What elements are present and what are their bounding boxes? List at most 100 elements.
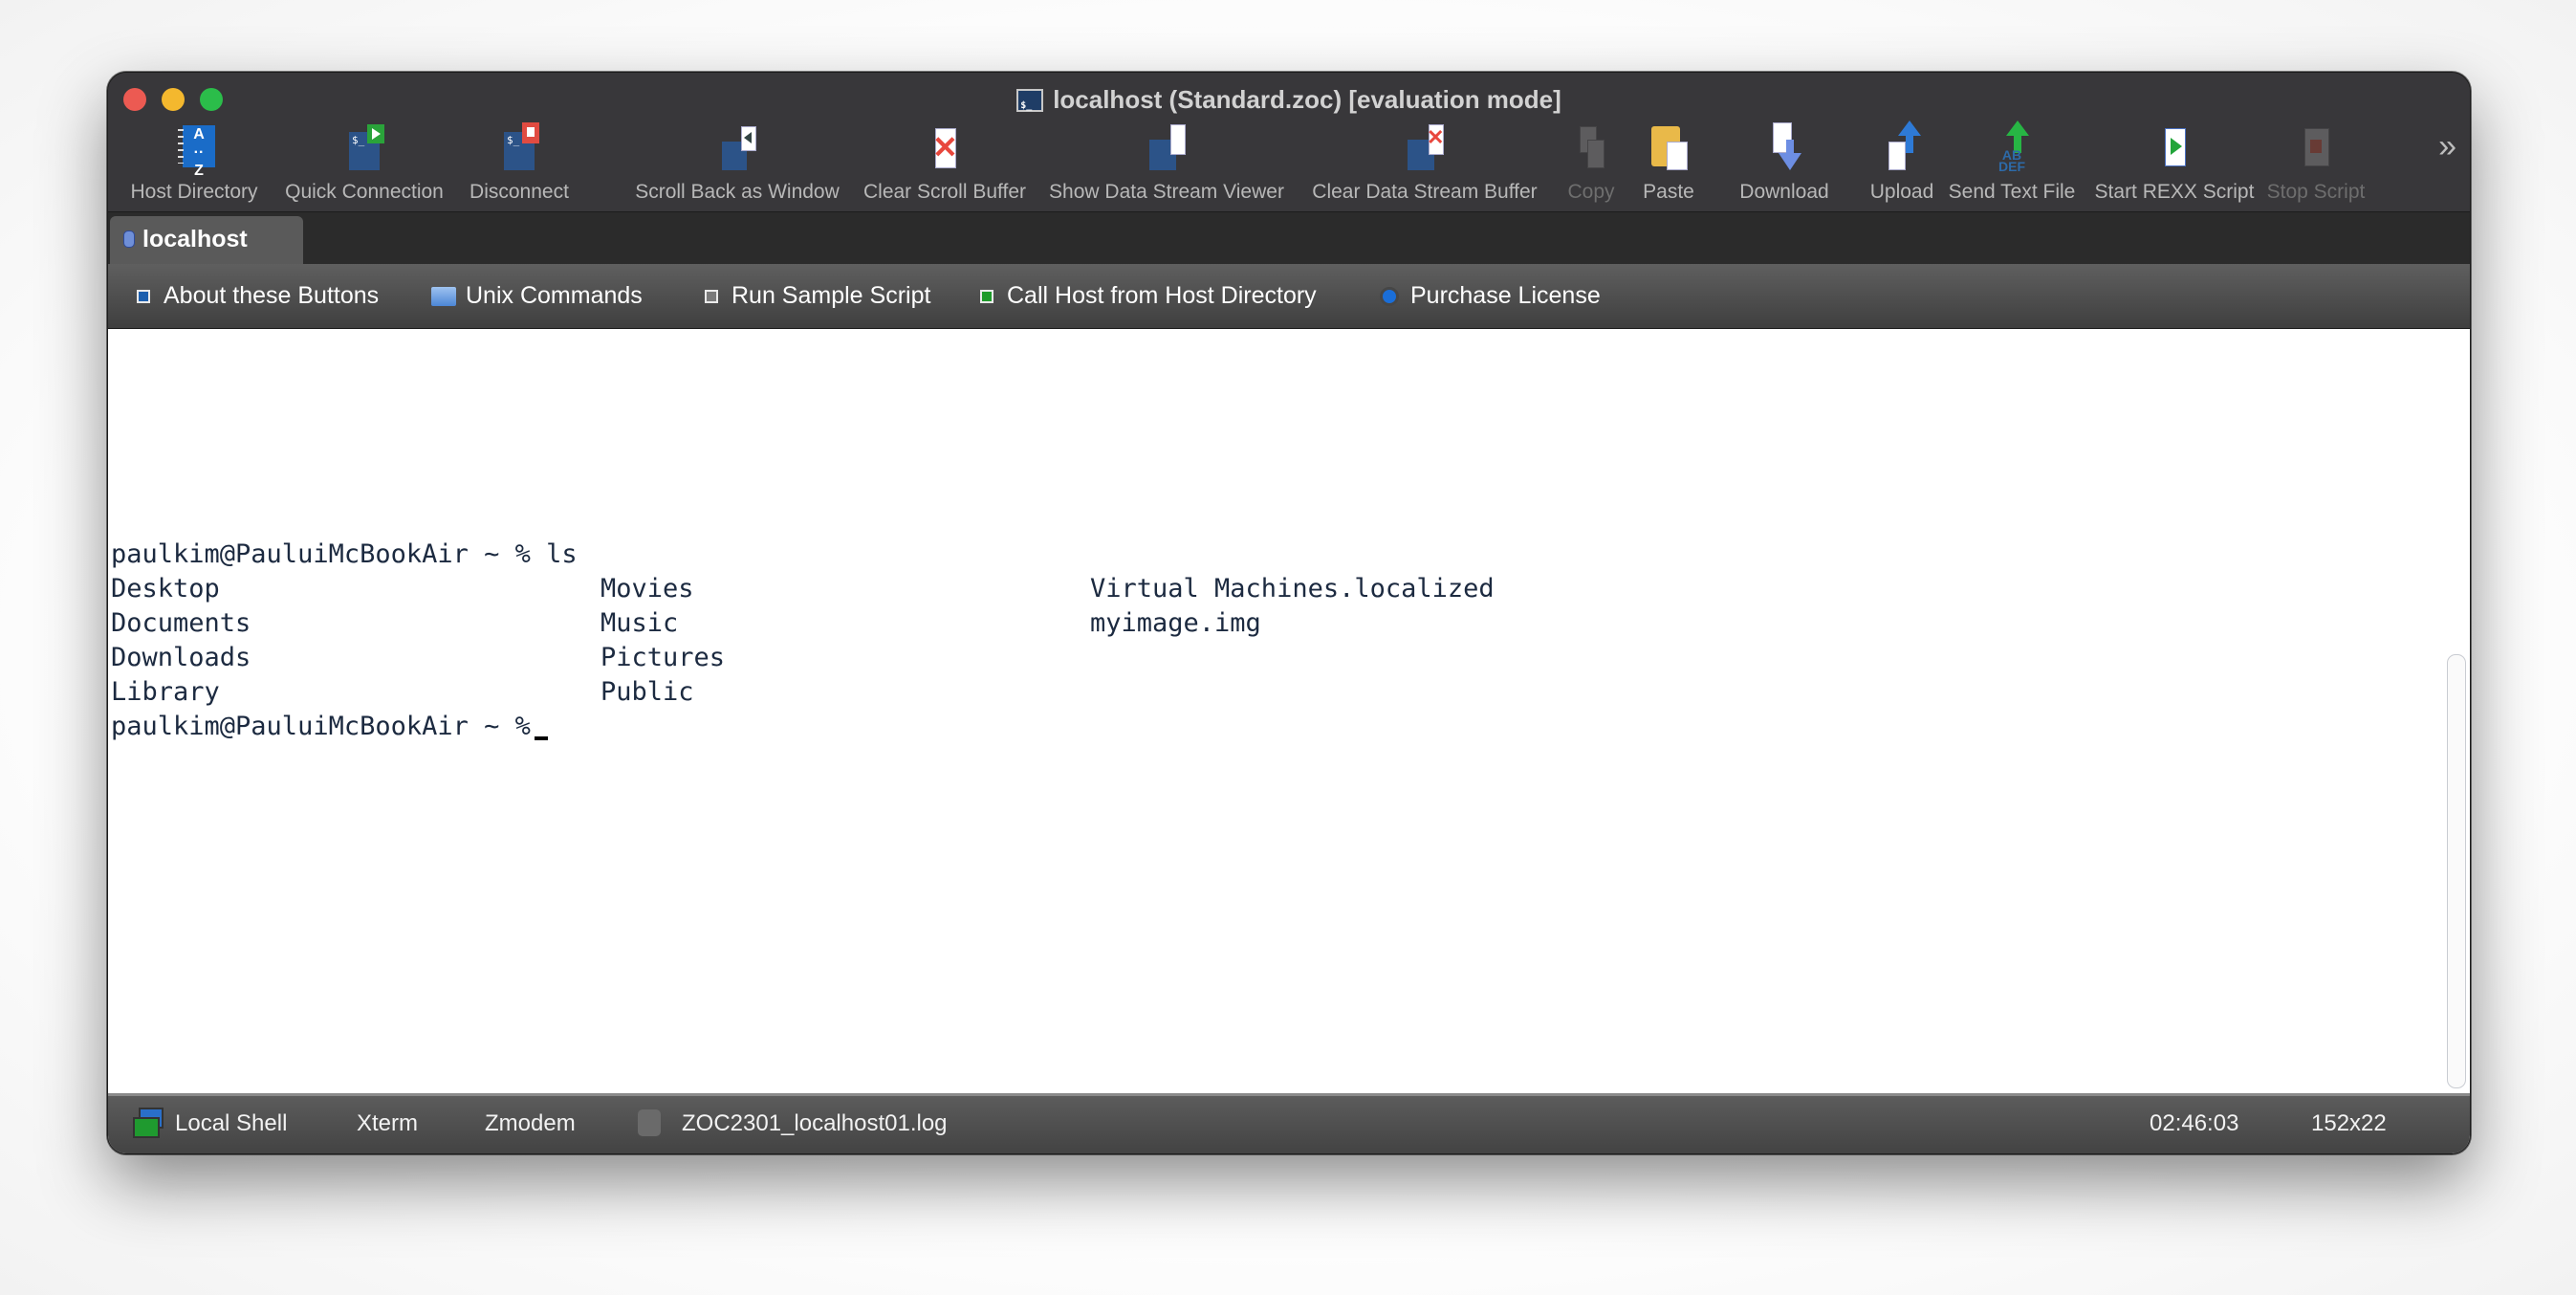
toolbar-clear-scroll-buffer-button[interactable]: ✕ Clear Scroll Buffer (842, 121, 1047, 211)
toolbar-download-button[interactable]: Download (1713, 121, 1856, 211)
gray-square-icon (705, 290, 718, 303)
listing-entry: Downloads (111, 643, 251, 672)
toolbar-label: Start REXX Script (2094, 181, 2255, 203)
status-bar: Local Shell Xterm Zmodem ZOC2301_localho… (108, 1093, 2470, 1153)
toolbar-label: Disconnect (469, 181, 569, 203)
toolbar-label: Scroll Back as Window (635, 181, 840, 203)
blue-square-icon (137, 290, 150, 303)
unix-commands-button[interactable]: Unix Commands (431, 264, 643, 328)
user-button-bar: About these Buttons Unix Commands Run Sa… (108, 264, 2470, 329)
folder-icon (431, 287, 456, 306)
listing-entry: Documents (111, 608, 251, 638)
status-emulation[interactable]: Xterm (357, 1096, 418, 1152)
about-these-buttons-button[interactable]: About these Buttons (137, 264, 379, 328)
toolbar-overflow-chevron-icon[interactable]: » (2438, 130, 2456, 163)
data-stream-icon (1138, 121, 1195, 173)
status-log-file[interactable]: ZOC2301_localhost01.log (638, 1096, 948, 1152)
quick-connect-icon (336, 121, 393, 173)
copy-icon (1562, 121, 1620, 173)
listing-entry: Library (111, 677, 220, 707)
run-sample-script-button[interactable]: Run Sample Script (705, 264, 930, 328)
toolbar-label: Paste (1643, 181, 1694, 203)
disconnect-icon (491, 121, 548, 173)
toolbar-scroll-back-button[interactable]: Scroll Back as Window (605, 121, 869, 211)
toolbar-quick-connection-button[interactable]: Quick Connection (278, 121, 450, 211)
zoc-terminal-window: localhost (Standard.zoc) [evaluation mod… (107, 72, 2471, 1154)
listing-entry: Virtual Machines.localized (1090, 574, 1495, 604)
toolbar-label: Clear Data Stream Buffer (1312, 181, 1538, 203)
prompt: paulkim@PauluiMcBookAir ~ % (111, 712, 531, 741)
blue-circle-icon (1380, 287, 1399, 306)
clear-data-stream-icon: ✕ (1396, 121, 1453, 173)
listing-entry: Movies (600, 574, 694, 604)
listing-entry: Desktop (111, 574, 220, 604)
button-label: Purchase License (1410, 282, 1601, 309)
status-time: 02:46:03 (2150, 1110, 2239, 1136)
command: ls (546, 539, 578, 569)
toolbar-label: Stop Script (2266, 181, 2366, 203)
terminal-line: Library Public (111, 675, 694, 710)
status-dimensions: 152x22 (2311, 1110, 2387, 1136)
clear-scroll-icon: ✕ (916, 121, 973, 173)
listing-entry: Music (600, 608, 679, 638)
green-square-icon (980, 290, 993, 303)
text-cursor (534, 736, 548, 740)
address-book-icon: A ·· Z (178, 125, 215, 179)
prompt: paulkim@PauluiMcBookAir ~ % (111, 539, 531, 569)
toolbar-host-directory-button[interactable]: A ·· Z Host Directory (118, 121, 271, 211)
toolbar-stop-script-button[interactable]: Stop Script (2256, 121, 2376, 211)
status-label: Local Shell (175, 1110, 288, 1136)
session-tab-strip: localhost (108, 211, 2470, 265)
toolbar-label: Copy (1567, 181, 1615, 203)
stop-script-icon (2287, 121, 2345, 173)
listing-entry: myimage.img (1090, 608, 1261, 638)
terminal-line: Desktop Movies Virtual Machines.localize… (111, 572, 1495, 606)
upload-icon (1873, 121, 1931, 173)
scrollback-icon (709, 121, 766, 173)
window-title-text: localhost (Standard.zoc) [evaluation mod… (1053, 85, 1561, 114)
toolbar-send-text-file-button[interactable]: AB DEF Send Text File (1927, 121, 2097, 211)
button-label: Call Host from Host Directory (1007, 282, 1317, 309)
purchase-license-button[interactable]: Purchase License (1380, 264, 1601, 328)
toolbar: A··Z Host Directory Quick Connection Dis… (108, 121, 2470, 211)
listing-entry: Public (600, 677, 694, 707)
call-host-button[interactable]: Call Host from Host Directory (980, 264, 1317, 328)
terminal-output[interactable]: paulkim@PauluiMcBookAir ~ % ls Desktop M… (108, 329, 2470, 1153)
toolbar-label: Show Data Stream Viewer (1049, 181, 1284, 203)
send-text-icon: AB DEF (1983, 121, 2041, 173)
status-connection-type[interactable]: Local Shell (133, 1096, 287, 1152)
toolbar-disconnect-button[interactable]: Disconnect (460, 121, 579, 211)
button-label: About these Buttons (164, 282, 380, 309)
download-icon (1756, 121, 1813, 173)
log-toggle-icon (638, 1109, 661, 1136)
terminal-line: Downloads Pictures (111, 641, 725, 675)
terminal-scrollbar[interactable] (2447, 654, 2466, 1088)
toolbar-label: Quick Connection (285, 181, 444, 203)
toolbar-label: Clear Scroll Buffer (862, 181, 1026, 203)
button-label: Run Sample Script (731, 282, 931, 309)
title-bar: localhost (Standard.zoc) [evaluation mod… (108, 73, 2470, 211)
tab-label: localhost (142, 226, 248, 252)
toolbar-label: Send Text File (1948, 181, 2076, 203)
status-transfer-protocol[interactable]: Zmodem (485, 1096, 576, 1152)
session-status-icon (123, 230, 135, 248)
terminal-line: Documents Music myimage.img (111, 606, 1261, 641)
terminal-line: paulkim@PauluiMcBookAir ~ % (111, 710, 578, 744)
button-label: Unix Commands (466, 282, 643, 309)
toolbar-label: Download (1739, 181, 1829, 203)
tab-localhost[interactable]: localhost (110, 216, 303, 265)
terminal-line: paulkim@PauluiMcBookAir ~ % ls (111, 538, 578, 572)
toolbar-start-rexx-script-button[interactable]: Start REXX Script (2089, 121, 2259, 211)
listing-entry: Pictures (600, 643, 726, 672)
toolbar-show-data-stream-button[interactable]: Show Data Stream Viewer (1037, 121, 1296, 211)
window-title: localhost (Standard.zoc) [evaluation mod… (108, 80, 2470, 125)
toolbar-paste-button[interactable]: Paste (1630, 121, 1707, 211)
terminal-icon (1016, 87, 1044, 125)
toolbar-label: Host Directory (130, 181, 258, 203)
paste-icon (1640, 121, 1697, 173)
local-shell-monitor-icon (133, 1108, 164, 1138)
toolbar-copy-button[interactable]: Copy (1558, 121, 1625, 211)
status-label: ZOC2301_localhost01.log (682, 1110, 948, 1136)
toolbar-clear-data-stream-button[interactable]: ✕ Clear Data Stream Buffer (1294, 121, 1556, 211)
start-script-icon (2146, 121, 2203, 173)
